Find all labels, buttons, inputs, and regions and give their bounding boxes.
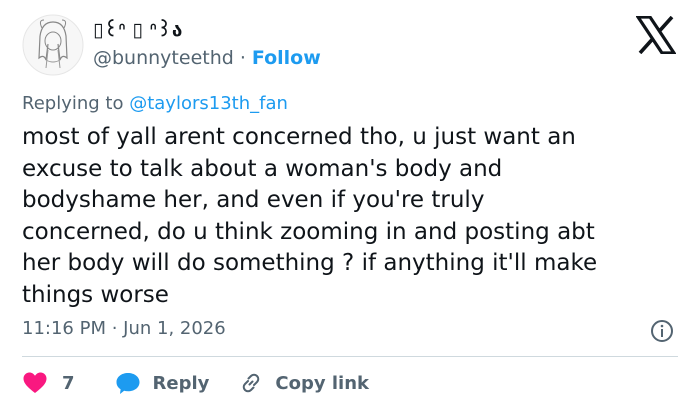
tweet-text: most of yall arent concerned tho, u just… bbox=[22, 122, 690, 311]
divider bbox=[22, 356, 678, 357]
reply-mention-link[interactable]: @taylors13th_fan bbox=[129, 93, 288, 114]
info-icon[interactable] bbox=[650, 319, 674, 343]
tweet-line: concerned, do u think zooming in and pos… bbox=[22, 218, 595, 245]
follow-button[interactable]: Follow bbox=[252, 47, 321, 69]
replying-to-prefix: Replying to bbox=[22, 93, 130, 114]
handle[interactable]: @bunnyteethd bbox=[93, 47, 234, 69]
tweet-line: most of yall arent concerned tho, u just… bbox=[22, 124, 576, 150]
link-icon bbox=[243, 373, 260, 393]
avatar[interactable] bbox=[22, 14, 84, 76]
copy-link-label: Copy link bbox=[275, 372, 369, 394]
separator-dot: · bbox=[239, 47, 246, 69]
reply-button[interactable]: Reply bbox=[115, 371, 210, 395]
handle-row: @bunnyteethd · Follow bbox=[93, 47, 321, 69]
tweet-line: her body will do something ? if anything… bbox=[22, 250, 598, 276]
display-name[interactable]: ▯꒰ᐢ ▯ ᐢ꒱ა bbox=[93, 16, 182, 41]
heart-icon bbox=[23, 372, 47, 393]
timestamp-link[interactable]: 11:16 PM · Jun 1, 2026 bbox=[22, 318, 226, 339]
copy-link-button[interactable]: Copy link bbox=[239, 371, 369, 395]
tweet-line: things worse bbox=[22, 281, 169, 308]
replying-to: Replying to @taylors13th_fan bbox=[22, 93, 288, 114]
reply-label: Reply bbox=[152, 372, 210, 394]
like-count: 7 bbox=[62, 372, 75, 394]
anime-girl-sketch-icon bbox=[22, 14, 84, 76]
x-logo-icon[interactable] bbox=[636, 16, 676, 54]
tweet-line: bodyshame her, and even if you're truly bbox=[22, 187, 485, 213]
tweet-line: excuse to talk about a woman's body and bbox=[22, 155, 503, 182]
reply-bubble-icon bbox=[116, 373, 140, 394]
action-bar: 7 Reply Copy link bbox=[22, 368, 369, 398]
like-button[interactable]: 7 bbox=[22, 371, 75, 395]
